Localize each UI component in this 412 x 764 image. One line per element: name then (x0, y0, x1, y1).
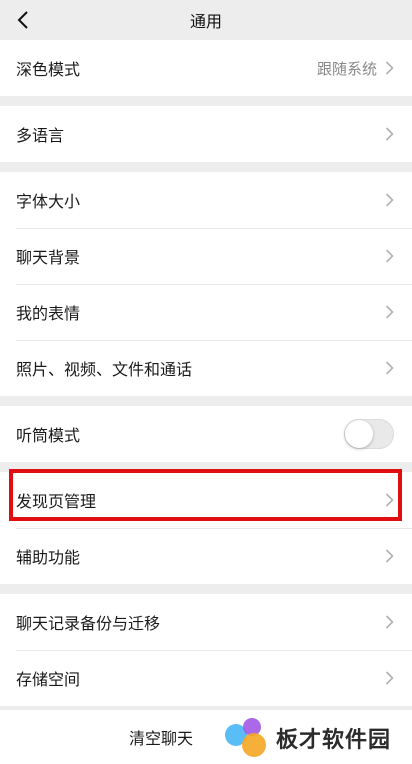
chevron-right-icon (385, 305, 394, 319)
chevron-right-icon (385, 193, 394, 207)
chevron-right-icon (385, 549, 394, 563)
top-nav-bar: 通用 (0, 0, 412, 40)
chevron-right-icon (385, 361, 394, 375)
group-discover: 发现页管理 辅助功能 (0, 472, 412, 584)
row-accessibility[interactable]: 辅助功能 (0, 528, 412, 584)
row-dark-mode[interactable]: 深色模式 跟随系统 (0, 40, 412, 96)
row-label: 字体大小 (16, 192, 81, 211)
row-chat-backup-migration[interactable]: 聊天记录备份与迁移 (0, 594, 412, 650)
watermark-logo-icon (225, 718, 266, 757)
row-label: 照片、视频、文件和通话 (16, 360, 193, 379)
chevron-right-icon (385, 671, 394, 685)
row-label: 我的表情 (16, 304, 81, 323)
row-label: 多语言 (16, 126, 65, 145)
row-label: 发现页管理 (16, 492, 97, 511)
row-label: 存储空间 (16, 670, 81, 689)
row-label: 聊天记录备份与迁移 (16, 614, 161, 633)
watermark: 板才软件园 (222, 715, 391, 761)
row-label: 辅助功能 (16, 548, 81, 567)
row-my-stickers[interactable]: 我的表情 (0, 284, 412, 340)
chevron-right-icon (385, 127, 394, 141)
clear-chat-label: 清空聊天 (128, 729, 193, 748)
back-button[interactable] (12, 8, 34, 32)
row-media-files-calls[interactable]: 照片、视频、文件和通话 (0, 340, 412, 396)
row-font-size[interactable]: 字体大小 (0, 172, 412, 228)
row-chat-background[interactable]: 聊天背景 (0, 228, 412, 284)
group-display: 字体大小 聊天背景 我的表情 照片、视频、文件和通话 (0, 172, 412, 396)
chevron-right-icon (385, 615, 394, 629)
group-language: 多语言 (0, 106, 412, 162)
earpiece-mode-toggle[interactable] (344, 419, 394, 449)
row-language[interactable]: 多语言 (0, 106, 412, 162)
row-label: 聊天背景 (16, 248, 81, 267)
group-dark-mode: 深色模式 跟随系统 (0, 40, 412, 96)
toggle-knob (345, 420, 373, 448)
row-label: 深色模式 (16, 60, 81, 79)
row-storage-space[interactable]: 存储空间 (0, 650, 412, 706)
row-label: 听筒模式 (16, 426, 81, 445)
group-earpiece: 听筒模式 (0, 406, 412, 462)
row-earpiece-mode: 听筒模式 (0, 406, 412, 462)
chevron-left-icon (17, 11, 28, 29)
chevron-right-icon (385, 493, 394, 507)
row-value: 跟随系统 (316, 59, 377, 78)
watermark-text: 板才软件园 (276, 728, 392, 753)
chevron-right-icon (385, 61, 394, 75)
page-title: 通用 (189, 12, 222, 31)
chevron-right-icon (385, 249, 394, 263)
group-storage: 聊天记录备份与迁移 存储空间 (0, 594, 412, 706)
row-discover-management[interactable]: 发现页管理 (0, 472, 412, 528)
